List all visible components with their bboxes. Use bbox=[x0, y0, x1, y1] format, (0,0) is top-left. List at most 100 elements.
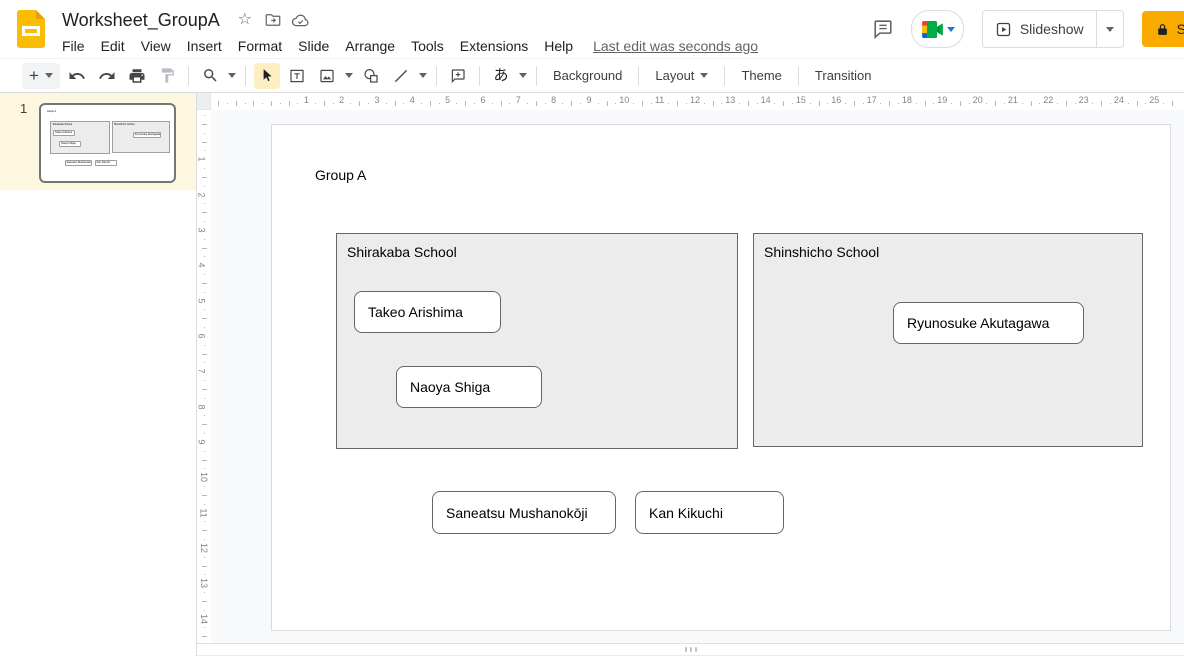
paint-format-button[interactable] bbox=[154, 63, 180, 89]
splitter-grip-icon bbox=[690, 647, 692, 652]
slides-logo-icon[interactable] bbox=[17, 10, 45, 48]
mini-chip: Ryunosuke Akutagawa bbox=[133, 132, 161, 138]
line-dropdown-caret[interactable] bbox=[416, 63, 430, 89]
menu-tools[interactable]: Tools bbox=[403, 36, 452, 56]
ruler-label: 3 bbox=[374, 95, 379, 105]
ruler-label: 14 bbox=[761, 95, 771, 105]
ruler-label: 2 bbox=[339, 95, 344, 105]
ruler-label: 9 bbox=[586, 95, 591, 105]
group-box-shirakaba[interactable]: Shirakaba School bbox=[336, 233, 738, 449]
horizontal-ruler[interactable]: 1234567891011121314151617181920212223242… bbox=[211, 93, 1184, 110]
document-title[interactable]: Worksheet_GroupA bbox=[62, 10, 220, 31]
layout-dropdown-caret bbox=[700, 73, 708, 78]
slide-filmstrip: 1 Group A Shirakaba School Shinshicho Sc… bbox=[0, 93, 197, 656]
ruler-label: 16 bbox=[831, 95, 841, 105]
ruler-label: 10 bbox=[199, 472, 209, 482]
move-folder-icon[interactable] bbox=[262, 9, 284, 31]
vertical-ruler[interactable]: 1234567891011121314 bbox=[197, 110, 211, 643]
menu-slide[interactable]: Slide bbox=[290, 36, 337, 56]
ruler-label: 11 bbox=[199, 508, 209, 517]
ruler-label: 18 bbox=[902, 95, 912, 105]
ruler-label: 23 bbox=[1079, 95, 1089, 105]
transition-button[interactable]: Transition bbox=[805, 64, 882, 87]
undo-button[interactable] bbox=[64, 63, 90, 89]
group-label: Shirakaba School bbox=[347, 244, 457, 260]
input-tools-button[interactable]: あ bbox=[488, 63, 514, 89]
layout-button[interactable]: Layout bbox=[645, 64, 718, 87]
ruler-label: 25 bbox=[1149, 95, 1159, 105]
background-button[interactable]: Background bbox=[543, 64, 632, 87]
star-icon[interactable]: ☆ bbox=[234, 9, 256, 31]
share-button[interactable]: Share bbox=[1142, 11, 1184, 47]
name-chip-naoya-shiga[interactable]: Naoya Shiga bbox=[396, 366, 542, 408]
slideshow-play-icon bbox=[995, 21, 1012, 38]
ruler-label: 22 bbox=[1043, 95, 1053, 105]
slideshow-button-group: Slideshow bbox=[982, 10, 1124, 48]
menu-arrange[interactable]: Arrange bbox=[337, 36, 403, 56]
toolbar-separator bbox=[436, 66, 437, 86]
insert-comment-button[interactable] bbox=[445, 63, 471, 89]
menu-edit[interactable]: Edit bbox=[93, 36, 133, 56]
comment-history-icon[interactable] bbox=[863, 9, 903, 49]
toolbar-separator bbox=[536, 66, 537, 86]
ruler-label: 12 bbox=[690, 95, 700, 105]
zoom-button[interactable] bbox=[197, 63, 223, 89]
toolbar-separator bbox=[724, 66, 725, 86]
name-chip-ryunosuke-akutagawa[interactable]: Ryunosuke Akutagawa bbox=[893, 302, 1084, 344]
ruler-label: 4 bbox=[197, 263, 207, 268]
ruler-label: 13 bbox=[199, 578, 209, 588]
mini-chip: Takeo Arishima bbox=[53, 130, 75, 136]
menu-view[interactable]: View bbox=[133, 36, 179, 56]
main-area: 1 Group A Shirakaba School Shinshicho Sc… bbox=[0, 93, 1184, 656]
name-chip-saneatsu-mushanokoji[interactable]: Saneatsu Mushanokōji bbox=[432, 491, 616, 534]
menu-file[interactable]: File bbox=[54, 36, 93, 56]
ruler-label: 9 bbox=[197, 439, 207, 444]
input-tools-dropdown-caret[interactable] bbox=[516, 63, 530, 89]
ruler-label: 11 bbox=[655, 95, 664, 105]
ruler-label: 13 bbox=[725, 95, 735, 105]
ruler-label: 14 bbox=[199, 614, 209, 624]
shape-tool-button[interactable] bbox=[358, 63, 384, 89]
select-tool-button[interactable] bbox=[254, 63, 280, 89]
theme-button[interactable]: Theme bbox=[731, 64, 791, 87]
group-label: Shinshicho School bbox=[764, 244, 879, 260]
last-edit-status[interactable]: Last edit was seconds ago bbox=[593, 38, 758, 54]
slide-number: 1 bbox=[20, 101, 27, 116]
slide-thumbnail[interactable]: Group A Shirakaba School Shinshicho Scho… bbox=[39, 103, 176, 183]
name-chip-takeo-arishima[interactable]: Takeo Arishima bbox=[354, 291, 501, 333]
menu-format[interactable]: Format bbox=[230, 36, 290, 56]
cloud-saved-icon[interactable] bbox=[290, 9, 312, 31]
menu-insert[interactable]: Insert bbox=[179, 36, 230, 56]
slideshow-button[interactable]: Slideshow bbox=[983, 11, 1096, 47]
slide-text-group-a[interactable]: Group A bbox=[315, 167, 366, 183]
slideshow-dropdown[interactable] bbox=[1096, 11, 1123, 47]
toolbar-separator bbox=[798, 66, 799, 86]
ruler-label: 7 bbox=[516, 95, 521, 105]
line-tool-button[interactable] bbox=[388, 63, 414, 89]
ruler-label: 10 bbox=[619, 95, 629, 105]
ruler-label: 17 bbox=[867, 95, 877, 105]
redo-button[interactable] bbox=[94, 63, 120, 89]
image-dropdown-caret[interactable] bbox=[342, 63, 356, 89]
speaker-notes-splitter[interactable] bbox=[197, 643, 1184, 656]
menu-help[interactable]: Help bbox=[536, 36, 581, 56]
plus-icon: + bbox=[29, 67, 39, 84]
menu-extensions[interactable]: Extensions bbox=[452, 36, 536, 56]
title-block: Worksheet_GroupA ☆ File Edit View Insert… bbox=[62, 7, 758, 58]
ruler-label: 20 bbox=[973, 95, 983, 105]
zoom-dropdown-caret[interactable] bbox=[225, 63, 239, 89]
toolbar: + bbox=[0, 59, 1184, 93]
splitter-grip-icon bbox=[695, 647, 697, 652]
new-slide-button[interactable]: + bbox=[22, 63, 60, 89]
meet-dropdown-caret[interactable] bbox=[947, 27, 955, 32]
new-slide-dropdown-caret[interactable] bbox=[45, 73, 53, 78]
toolbar-separator bbox=[638, 66, 639, 86]
insert-image-button[interactable] bbox=[314, 63, 340, 89]
name-chip-kan-kikuchi[interactable]: Kan Kikuchi bbox=[635, 491, 784, 534]
selected-slide-row[interactable]: 1 Group A Shirakaba School Shinshicho Sc… bbox=[0, 93, 196, 190]
slide-canvas[interactable]: Group A Shirakaba School Shinshicho Scho… bbox=[271, 124, 1171, 631]
text-box-tool-button[interactable] bbox=[284, 63, 310, 89]
meet-button[interactable] bbox=[911, 10, 964, 48]
print-button[interactable] bbox=[124, 63, 150, 89]
ruler-label: 1 bbox=[304, 95, 309, 105]
